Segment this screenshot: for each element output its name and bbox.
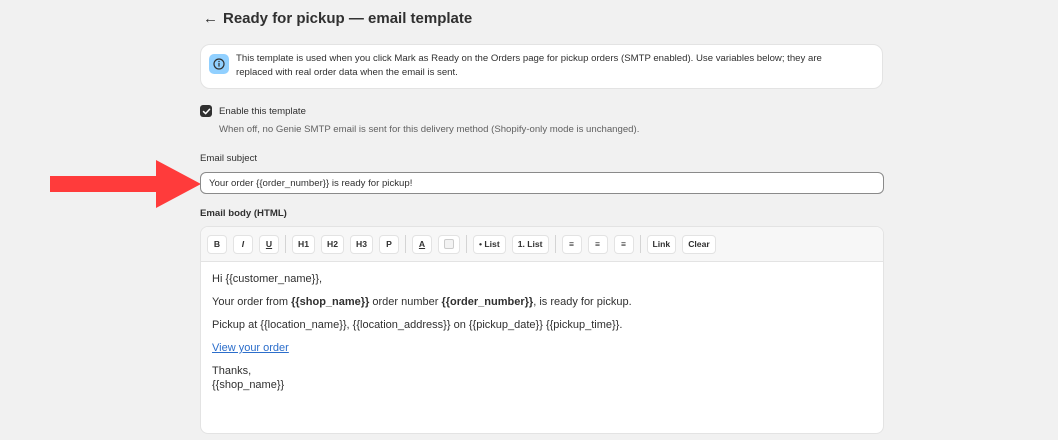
toolbar-divider	[285, 235, 286, 253]
numbered-list-button[interactable]: 1. List	[511, 234, 549, 254]
editor-toolbar: B I U H1 H2 H3 P A • List 1. List ≡ ≡ ≡ …	[201, 227, 883, 262]
enable-template-checkbox[interactable]	[200, 105, 212, 117]
annotation-arrow-icon	[50, 160, 201, 208]
banner-text-line: This template is used when you click Mar…	[236, 53, 822, 64]
body-greeting: Hi {{customer_name}},	[212, 273, 323, 285]
color-swatch-button[interactable]	[438, 234, 460, 254]
toolbar-divider	[639, 235, 641, 253]
heading2-button[interactable]: H2	[321, 234, 344, 254]
body-text: Your order from	[212, 296, 292, 308]
toolbar-divider	[554, 235, 556, 253]
banner-text: This template is used when you click Mar…	[236, 52, 822, 80]
view-order-link[interactable]: View your order	[212, 342, 289, 354]
body-bold-variable: {{shop_name}}	[291, 296, 370, 308]
body-pickup-line: Pickup at {{location_name}}, {{location_…	[212, 319, 623, 331]
enable-template-label[interactable]: Enable this template	[219, 106, 306, 117]
body-signoff: {{shop_name}}	[212, 379, 285, 391]
page-header: ← Ready for pickup — email template	[203, 8, 472, 28]
email-subject-input[interactable]	[200, 172, 884, 194]
underline-button[interactable]: U	[259, 234, 279, 254]
toolbar-divider	[466, 235, 467, 253]
body-text: order number	[369, 296, 442, 308]
enable-template-help: When off, no Genie SMTP email is sent fo…	[219, 124, 640, 135]
text-color-button[interactable]: A	[412, 234, 432, 254]
banner-text-line: replaced with real order data when the e…	[236, 67, 458, 78]
align-left-button[interactable]: ≡	[561, 234, 582, 254]
email-body-label: Email body (HTML)	[200, 208, 287, 219]
arrow-left-icon[interactable]: ←	[203, 11, 218, 26]
bold-button[interactable]: B	[207, 234, 227, 254]
heading1-button[interactable]: H1	[292, 234, 315, 254]
body-text: , is ready for pickup.	[533, 296, 632, 308]
enable-template-row: Enable this template	[200, 105, 306, 117]
link-button[interactable]: Link	[646, 234, 677, 254]
heading3-button[interactable]: H3	[350, 234, 373, 254]
info-banner: This template is used when you click Mar…	[200, 44, 883, 89]
italic-button[interactable]: I	[233, 234, 253, 254]
clear-format-button[interactable]: Clear	[682, 234, 716, 254]
toolbar-divider	[405, 235, 406, 253]
email-subject-label: Email subject	[200, 153, 258, 164]
email-body-content[interactable]: Hi {{customer_name}}, Your order from {{…	[201, 262, 883, 402]
align-center-button[interactable]: ≡	[587, 234, 608, 254]
body-order-line: Your order from {{shop_name}} order numb…	[212, 295, 872, 309]
align-right-button[interactable]: ≡	[613, 234, 634, 254]
page-title: Ready for pickup — email template	[223, 9, 473, 27]
checkmark-icon	[202, 108, 210, 114]
body-bold-variable: {{order_number}}	[441, 296, 534, 308]
email-body-editor: B I U H1 H2 H3 P A • List 1. List ≡ ≡ ≡ …	[200, 226, 884, 434]
info-icon	[209, 54, 229, 74]
paragraph-button[interactable]: P	[379, 234, 399, 254]
bullet-list-button[interactable]: • List	[473, 234, 506, 254]
color-swatch-icon	[444, 239, 454, 249]
body-thanks: Thanks,	[212, 365, 252, 377]
